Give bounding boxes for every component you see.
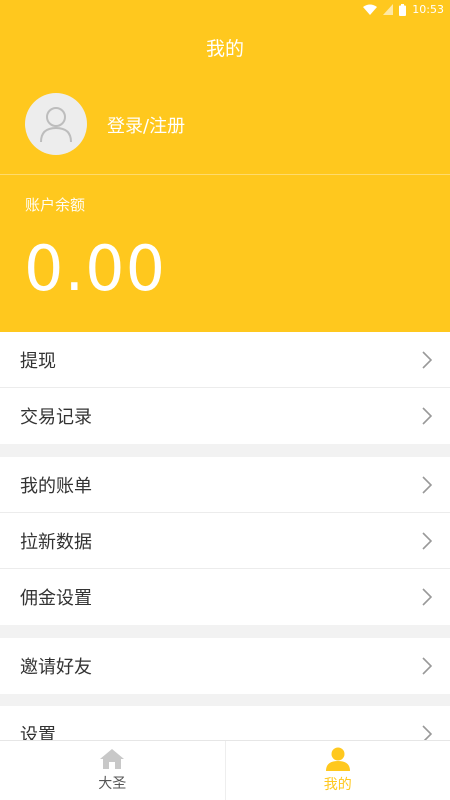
header-divider [0,174,450,175]
menu-item-withdraw[interactable]: 提现 [0,332,450,388]
chevron-right-icon [422,475,432,494]
signal-icon [383,4,394,15]
tab-mine[interactable]: 我的 [224,741,450,800]
menu-group-data: 我的账单 拉新数据 佣金设置 [0,457,450,625]
balance-label: 账户余额 [25,196,86,214]
avatar-placeholder-icon [40,107,72,143]
home-icon [100,749,125,769]
tab-home[interactable]: 大圣 [0,741,225,800]
menu-item-commission-settings[interactable]: 佣金设置 [0,569,450,625]
menu-item-label: 我的账单 [20,475,92,497]
menu-item-label: 佣金设置 [20,588,92,609]
menu-item-label: 提现 [20,350,56,372]
balance-value: 0.00 [24,232,167,305]
menu-group-account: 提现 交易记录 [0,332,450,444]
status-time: 10:53 [412,3,444,16]
chevron-right-icon [422,657,432,675]
tab-label: 大圣 [98,776,127,792]
status-bar: 10:53 [0,0,450,20]
menu-item-transactions[interactable]: 交易记录 [0,388,450,444]
menu-item-label: 拉新数据 [20,531,92,553]
tab-label: 我的 [323,777,352,793]
menu-item-my-bills[interactable]: 我的账单 [0,457,450,513]
profile-header: 10:53 我的 登录/注册 账户余额 0.00 [0,0,450,332]
wifi-icon [363,4,378,15]
menu-item-referral-data[interactable]: 拉新数据 [0,513,450,569]
avatar[interactable] [25,93,87,155]
bottom-tab-bar: 大圣 我的 [0,740,450,800]
menu-item-label: 邀请好友 [20,657,92,678]
chevron-right-icon [422,588,432,606]
menu-item-label: 交易记录 [20,407,92,428]
chevron-right-icon [422,407,432,425]
user-icon [325,747,350,771]
chevron-right-icon [422,531,432,550]
menu-group-invite: 邀请好友 [0,638,450,694]
login-register-link[interactable]: 登录/注册 [107,112,185,138]
chevron-right-icon [422,350,432,369]
battery-icon [399,3,407,16]
page-title: 我的 [205,38,244,60]
menu-item-invite-friends[interactable]: 邀请好友 [0,638,450,694]
